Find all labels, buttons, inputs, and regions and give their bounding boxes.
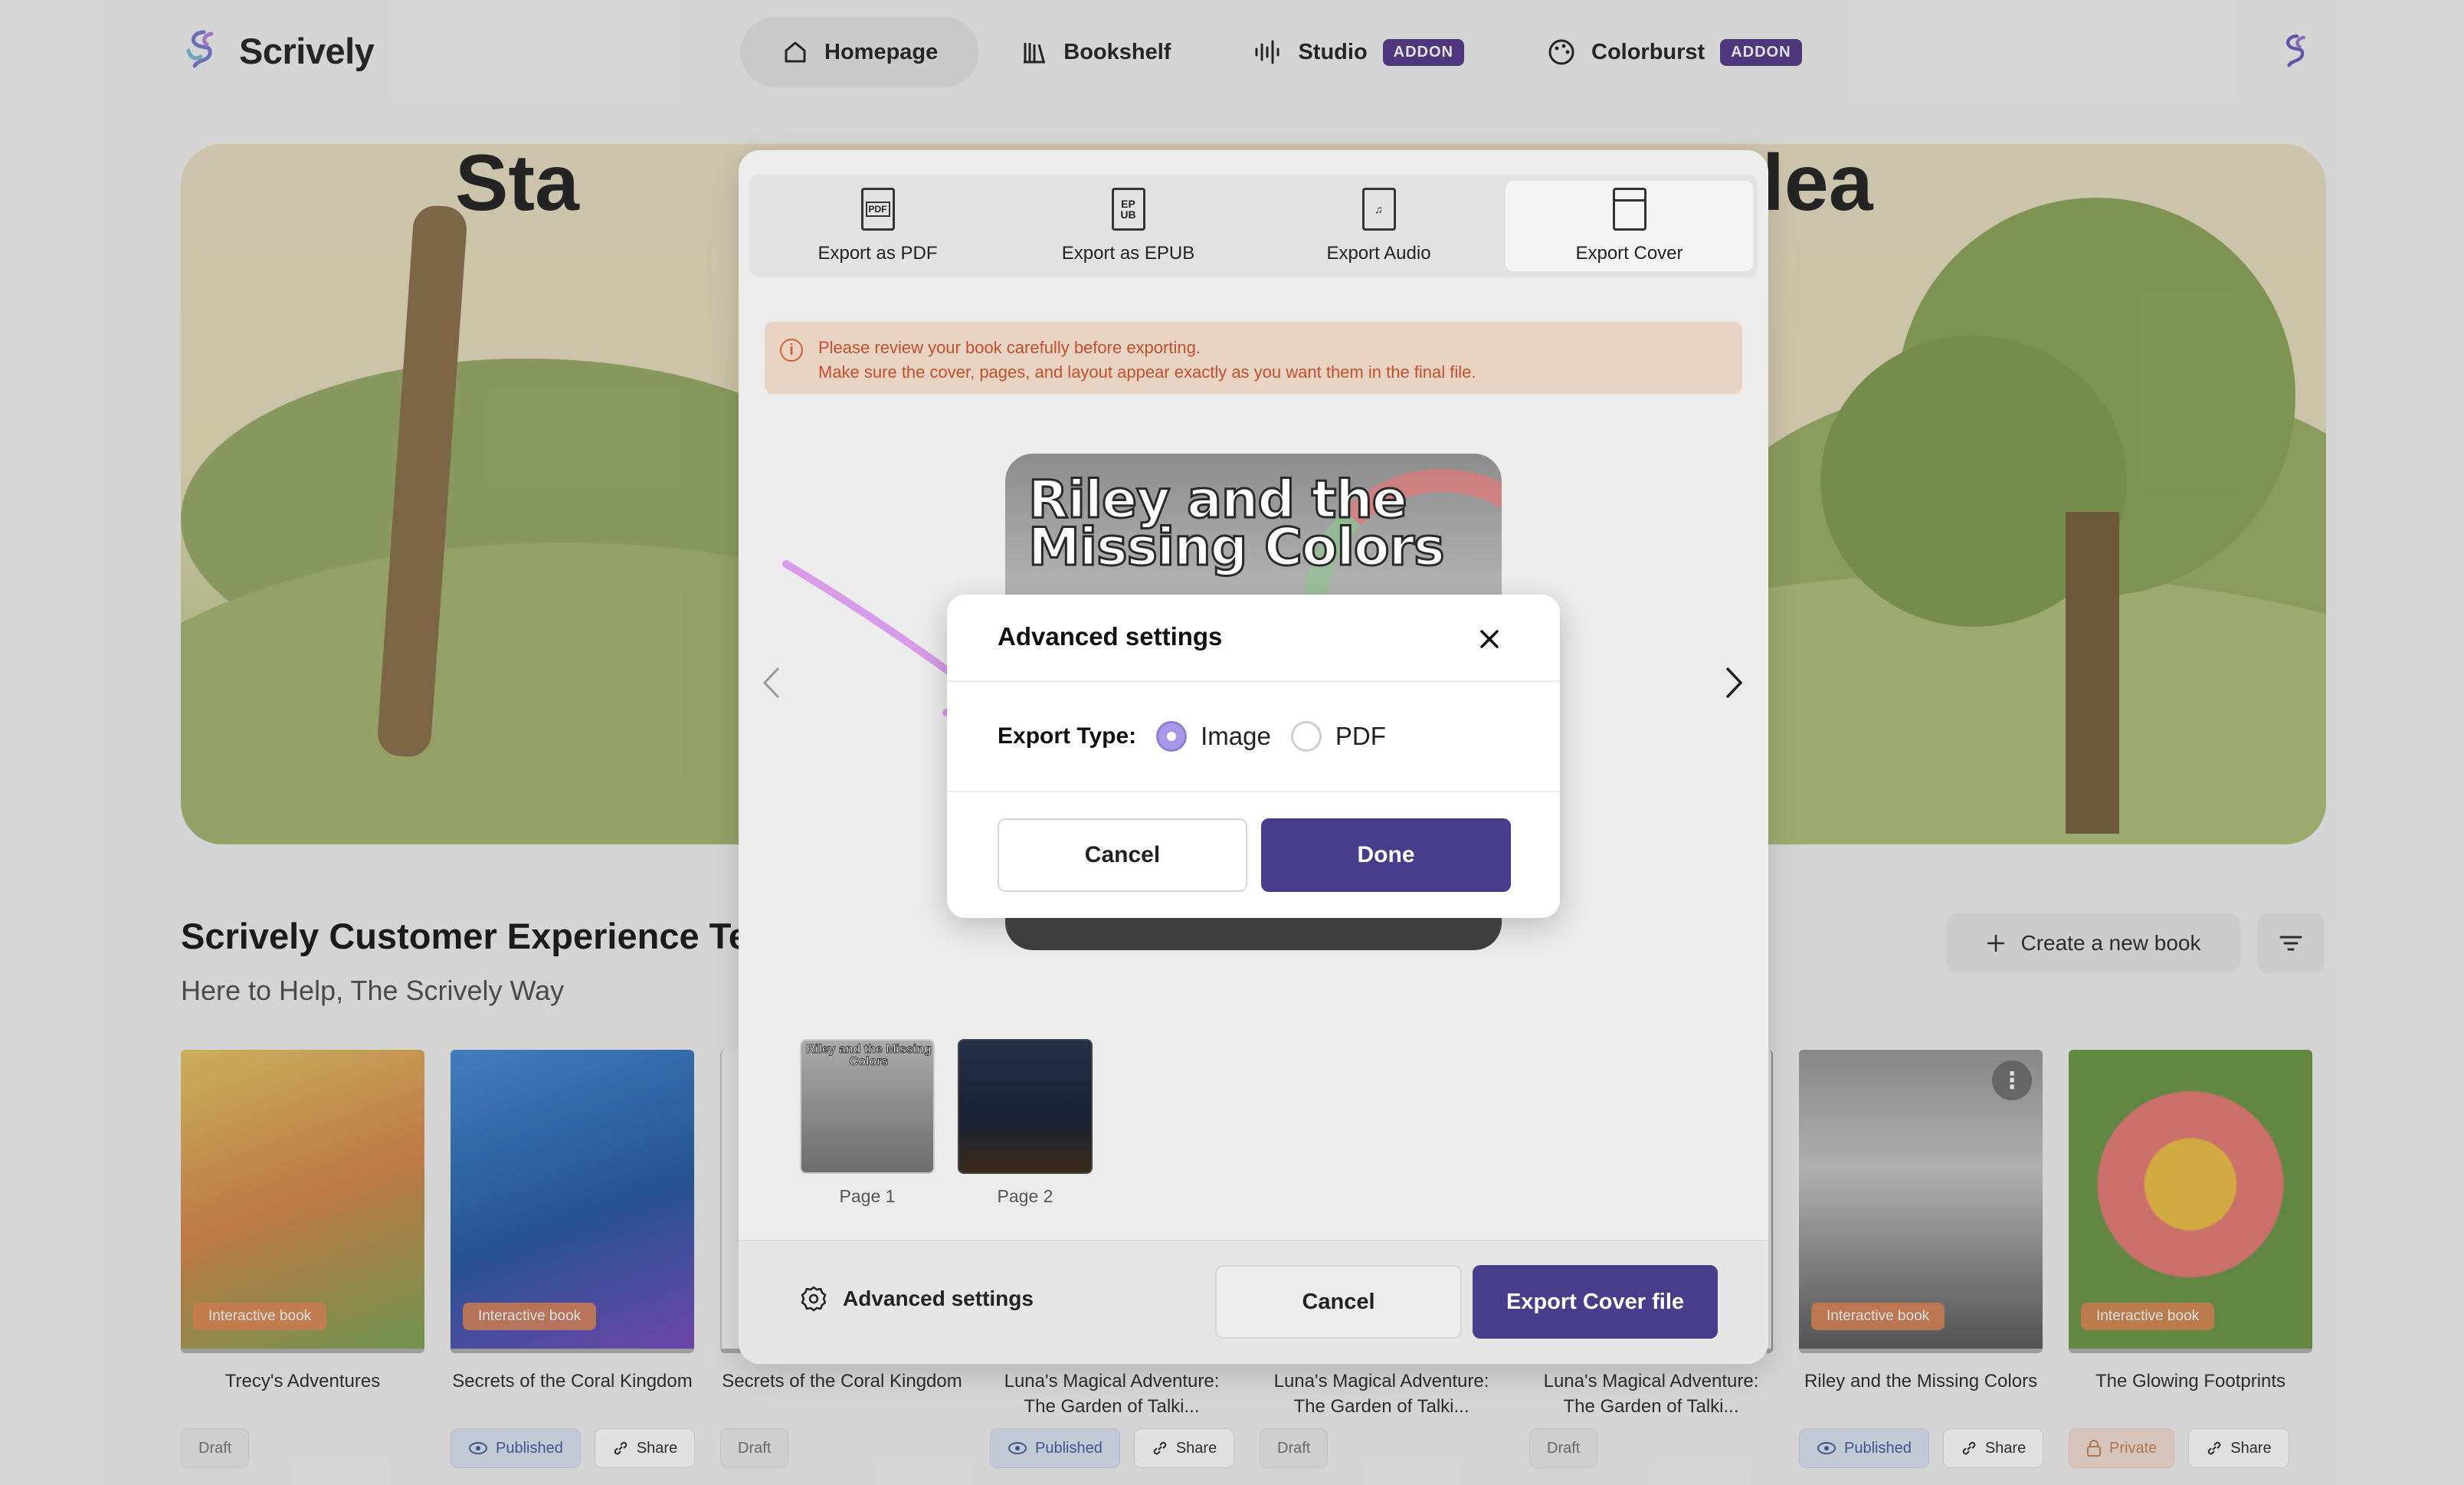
close-icon (1480, 630, 1499, 648)
tab-label: Export as EPUB (1061, 243, 1195, 264)
next-page-button[interactable] (1722, 665, 1745, 704)
previous-page-button[interactable] (760, 665, 783, 704)
export-cover-button[interactable]: Export Cover file (1473, 1265, 1718, 1339)
page-thumbnails: Riley and the Missing Colors Page 1 Page… (800, 1039, 1093, 1207)
thumbnail-label: Page 1 (839, 1186, 896, 1206)
export-warning: i Please review your book carefully befo… (765, 322, 1742, 394)
dialog-title: Advanced settings (998, 622, 1223, 651)
advanced-settings-button[interactable]: Advanced settings (800, 1285, 1034, 1313)
export-type-label: Export Type: (998, 723, 1137, 749)
export-tabs: PDF Export as PDF EP UB Export as EPUB ♫ … (749, 175, 1758, 277)
tab-label: Export as PDF (818, 243, 938, 264)
pdf-file-icon: PDF (860, 188, 895, 231)
info-icon: i (780, 339, 803, 362)
close-button[interactable] (1474, 624, 1505, 654)
cover-file-icon (1612, 188, 1646, 231)
gear-icon (801, 1286, 827, 1312)
page-thumbnail[interactable]: Riley and the Missing Colors Page 1 (800, 1039, 935, 1207)
thumbnail-image: Riley and the Missing Colors (800, 1039, 935, 1174)
tab-export-pdf[interactable]: PDF Export as PDF (754, 175, 1001, 277)
chevron-left-icon (762, 667, 780, 699)
export-type-image-radio[interactable] (1156, 721, 1188, 752)
export-type-field: Export Type: Image PDF (947, 682, 1560, 792)
tab-label: Export Cover (1575, 243, 1683, 264)
thumbnail-cover-title: Riley and the Missing Colors (806, 1043, 932, 1068)
epub-file-icon: EP UB (1111, 188, 1145, 231)
cancel-button[interactable]: Cancel (1215, 1265, 1462, 1339)
thumbnail-image (958, 1039, 1093, 1174)
page-thumbnail[interactable]: Page 2 (958, 1039, 1093, 1207)
export-type-pdf-radio[interactable] (1290, 721, 1322, 752)
tab-label: Export Audio (1326, 243, 1431, 264)
advanced-settings-label: Advanced settings (843, 1287, 1034, 1310)
thumbnail-label: Page 2 (997, 1186, 1053, 1206)
preview-cover-title: Riley and the Missing Colors (1027, 470, 1447, 578)
tab-export-audio[interactable]: ♫ Export Audio (1255, 175, 1502, 277)
radio-label-image[interactable]: Image (1201, 722, 1271, 751)
advanced-settings-dialog: Advanced settings Export Type: Image PDF… (947, 595, 1560, 918)
dialog-cancel-button[interactable]: Cancel (998, 818, 1247, 892)
dialog-done-button[interactable]: Done (1261, 818, 1511, 892)
warning-line-1: Please review your book carefully before… (818, 338, 1201, 357)
tab-export-epub[interactable]: EP UB Export as EPUB (1004, 175, 1252, 277)
chevron-right-icon (1725, 667, 1743, 699)
radio-label-pdf[interactable]: PDF (1335, 722, 1386, 751)
export-modal-footer: Advanced settings Cancel Export Cover fi… (739, 1240, 1768, 1364)
audio-file-icon: ♫ (1361, 188, 1396, 231)
tab-export-cover[interactable]: Export Cover (1506, 181, 1753, 271)
warning-line-2: Make sure the cover, pages, and layout a… (818, 362, 1476, 382)
